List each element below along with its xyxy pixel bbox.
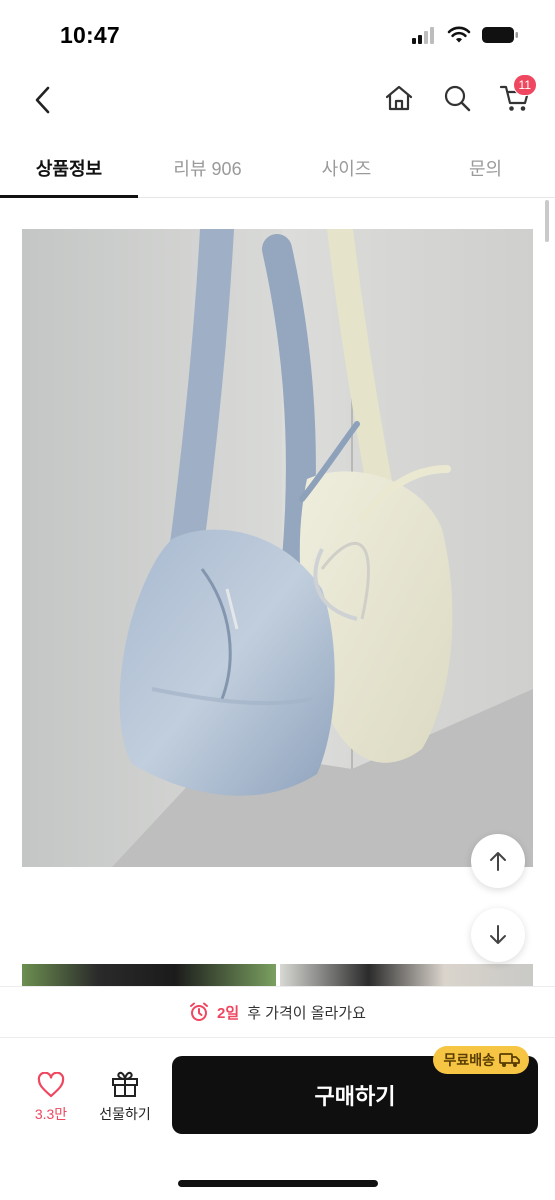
top-nav: 11	[0, 72, 555, 128]
tab-reviews[interactable]: 리뷰 906	[138, 138, 277, 197]
scroll-down-button[interactable]	[471, 908, 525, 962]
free-shipping-label: 무료배송	[443, 1052, 495, 1068]
status-bar: 10:47	[0, 0, 555, 72]
cart-count-badge: 11	[512, 74, 537, 96]
arrow-down-icon	[490, 925, 506, 944]
search-button[interactable]	[437, 78, 477, 118]
delivery-truck-icon	[499, 1053, 520, 1067]
scroll-top-button[interactable]	[471, 834, 525, 888]
product-tabs: 상품정보 리뷰 906 사이즈 문의	[0, 138, 555, 198]
tab-product-info[interactable]: 상품정보	[0, 138, 138, 198]
wifi-icon	[447, 26, 471, 43]
chevron-left-icon	[35, 86, 50, 114]
like-count: 3.3만	[34, 1106, 68, 1122]
cart-button[interactable]: 11	[495, 74, 537, 118]
product-image-illustration	[22, 229, 533, 867]
back-button[interactable]	[22, 80, 62, 120]
status-icons	[411, 26, 519, 44]
like-button[interactable]: 3.3만	[26, 1072, 76, 1124]
gift-button[interactable]: 선물하기	[92, 1070, 158, 1124]
search-icon	[444, 85, 471, 112]
alarm-clock-icon	[190, 1002, 209, 1021]
product-image	[22, 229, 533, 867]
battery-icon	[482, 27, 518, 43]
gift-label: 선물하기	[99, 1106, 151, 1122]
gift-icon	[112, 1071, 138, 1097]
arrow-up-icon	[490, 852, 506, 871]
cellular-signal-icon	[412, 27, 434, 44]
home-icon	[385, 85, 413, 111]
heart-icon	[37, 1072, 65, 1098]
nav-actions: 11	[379, 74, 537, 118]
notice-days: 2일	[217, 1004, 240, 1022]
status-time: 10:47	[60, 22, 120, 48]
notice-text: 후 가격이 올라가요	[247, 1004, 366, 1022]
price-increase-notice: 2일 후 가격이 올라가요	[0, 986, 555, 1038]
scroll-indicator[interactable]	[545, 200, 549, 242]
tab-inquiry[interactable]: 문의	[416, 138, 555, 197]
home-indicator	[178, 1180, 378, 1187]
home-button[interactable]	[379, 78, 419, 118]
free-shipping-badge: 무료배송	[433, 1046, 529, 1074]
tab-size[interactable]: 사이즈	[277, 138, 416, 197]
buy-button-label: 구매하기	[314, 1084, 396, 1109]
